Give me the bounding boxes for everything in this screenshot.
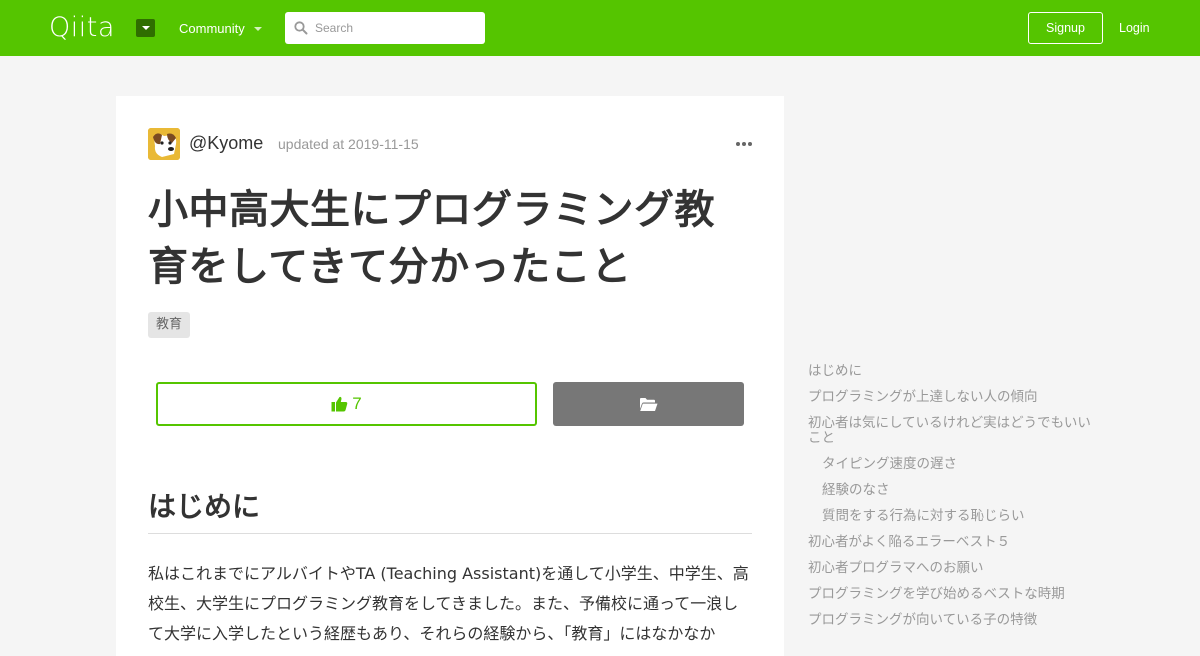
chevron-down-icon bbox=[141, 26, 150, 30]
service-menu-button[interactable] bbox=[136, 19, 155, 37]
like-button[interactable]: 7 bbox=[156, 382, 537, 426]
section-heading: はじめに bbox=[148, 489, 752, 534]
avatar[interactable] bbox=[148, 128, 180, 160]
top-navbar: Qiita Community Signup Login bbox=[0, 0, 1200, 56]
article-card: @Kyome updated at 2019-11-15 小中高大生にプログラミ… bbox=[116, 96, 784, 656]
login-link[interactable]: Login bbox=[1119, 20, 1150, 36]
folder-open-icon bbox=[640, 397, 658, 411]
dog-avatar-icon bbox=[148, 128, 180, 160]
tag-badge[interactable]: 教育 bbox=[148, 312, 191, 338]
toc-subitem[interactable]: 経験のなさ bbox=[808, 483, 1112, 498]
toc-item[interactable]: プログラミングが向いている子の特徴 bbox=[808, 613, 1098, 628]
stock-button[interactable] bbox=[553, 382, 744, 426]
toc-item[interactable]: 初心者プログラマへのお願い bbox=[808, 561, 1098, 576]
search-icon bbox=[294, 21, 308, 35]
updated-date: updated at 2019-11-15 bbox=[278, 136, 419, 152]
community-label: Community bbox=[179, 21, 245, 36]
toc-item[interactable]: 初心者は気にしているけれど実はどうでもいいこと bbox=[808, 416, 1098, 446]
toc-item[interactable]: はじめに bbox=[808, 364, 1098, 379]
toc-item[interactable]: プログラミングが上達しない人の傾向 bbox=[808, 390, 1098, 405]
article-paragraph: 私はこれまでにアルバイトやTA (Teaching Assistant)を通して… bbox=[148, 564, 749, 643]
like-count: 7 bbox=[352, 394, 362, 413]
author-name[interactable]: @Kyome bbox=[189, 132, 263, 154]
chevron-down-icon bbox=[253, 27, 262, 31]
toc-subitem[interactable]: タイピング速度の遅さ bbox=[808, 457, 1112, 472]
community-menu[interactable]: Community bbox=[179, 21, 262, 37]
signup-button[interactable]: Signup bbox=[1028, 12, 1103, 44]
toc-subitem[interactable]: 質問をする行為に対する恥じらい bbox=[808, 509, 1112, 524]
search-box[interactable] bbox=[285, 12, 485, 44]
toc-item[interactable]: プログラミングを学び始めるベストな時期 bbox=[808, 587, 1098, 602]
page-title: 小中高大生にプログラミング教育をしてきて分かったこと bbox=[148, 187, 715, 290]
toc-item[interactable]: 初心者がよく陥るエラーベスト５ bbox=[808, 535, 1098, 550]
table-of-contents: はじめに プログラミングが上達しない人の傾向 初心者は気にしているけれど実はどう… bbox=[808, 364, 1098, 639]
qiita-logo[interactable]: Qiita bbox=[49, 12, 115, 44]
more-options-icon[interactable] bbox=[736, 142, 752, 146]
search-input[interactable] bbox=[315, 12, 475, 44]
thumbs-up-icon bbox=[331, 396, 348, 412]
